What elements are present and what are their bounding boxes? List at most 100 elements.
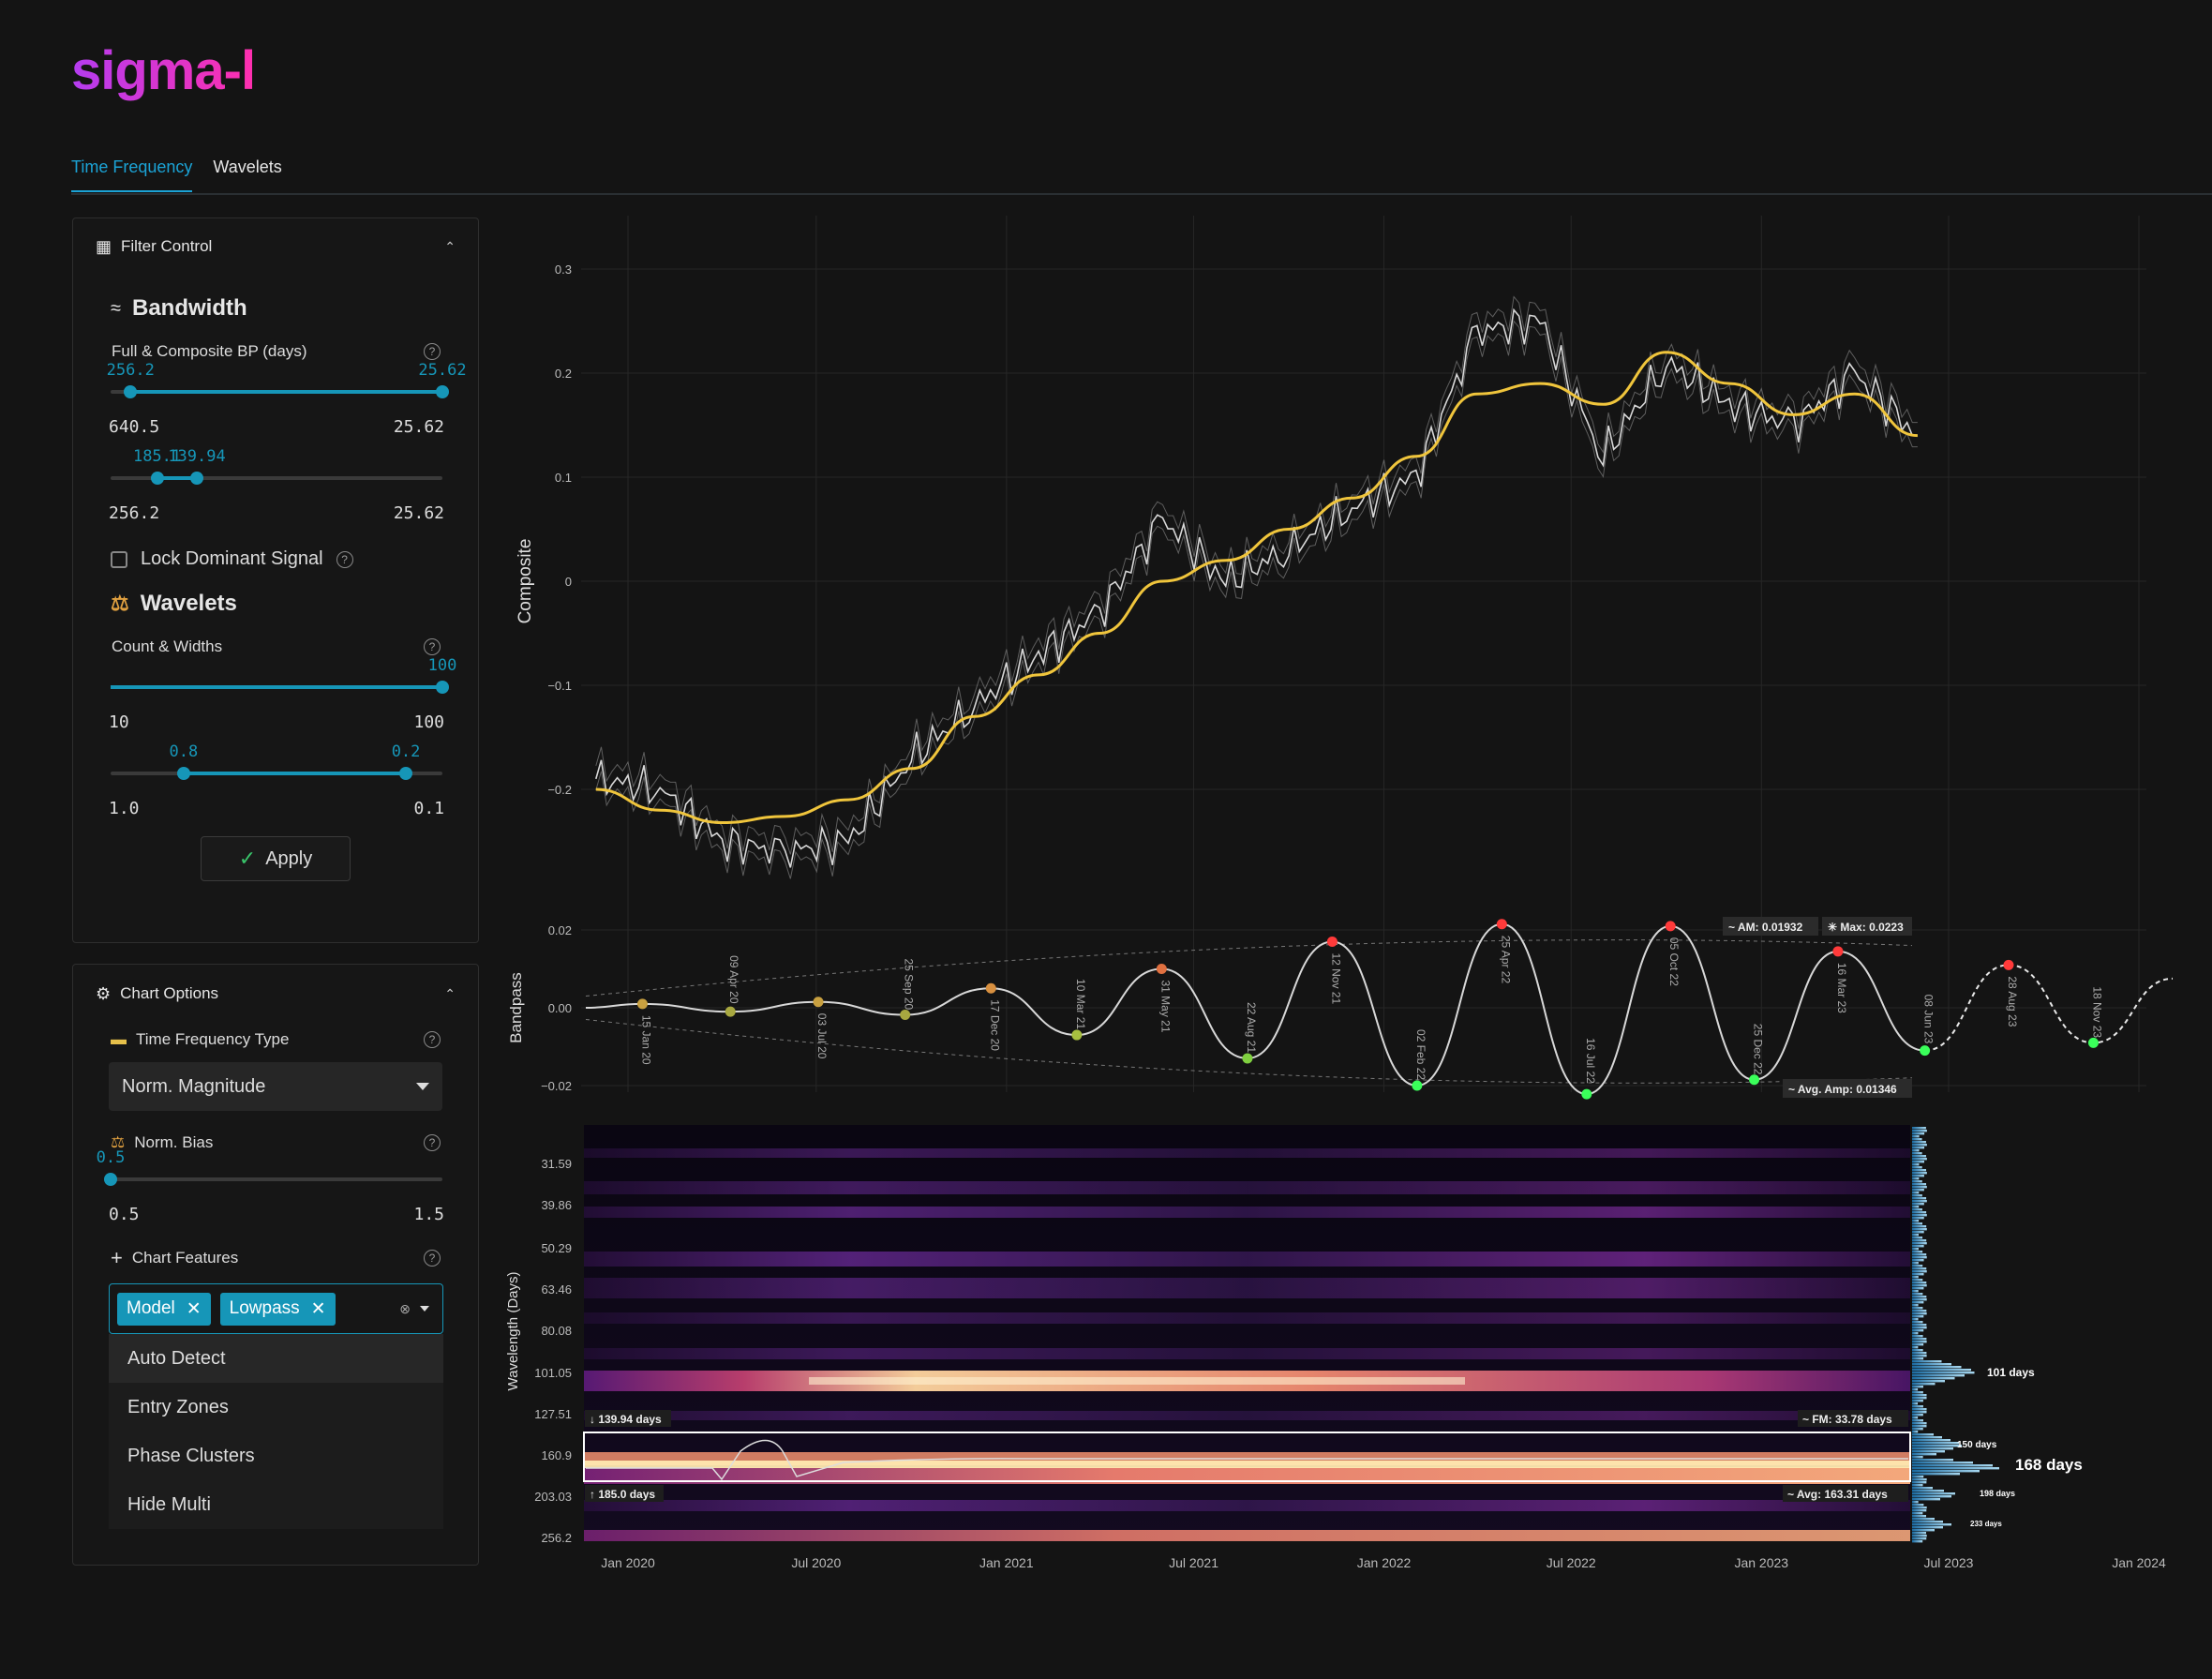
spectrum-bar (1912, 1220, 1920, 1222)
count-slider[interactable]: 100 (111, 656, 456, 712)
spectrum-bar (1912, 1374, 1965, 1377)
lock-dominant-checkbox[interactable] (111, 550, 127, 568)
spectrum-bar (1912, 1360, 1942, 1363)
slider-handle[interactable] (436, 681, 449, 694)
avg-label: ~ Avg: 163.31 days (1787, 1488, 1888, 1501)
spectrum-bar (1912, 1265, 1923, 1267)
lock-dominant-row[interactable]: Lock Dominant Signal ? (73, 548, 478, 570)
features-multiselect[interactable]: Model ✕ Lowpass ✕ ⊗ (109, 1283, 443, 1334)
chip-model[interactable]: Model ✕ (117, 1292, 211, 1326)
range-min: 1.0 (109, 799, 140, 818)
slider-high-value: 139.94 (168, 447, 226, 466)
slider-low-handle[interactable] (124, 385, 138, 398)
width-slider[interactable]: 0.8 0.2 (111, 742, 442, 799)
bias-slider[interactable]: 0.5 (97, 1148, 442, 1205)
spectrum-bar (1912, 1127, 1926, 1130)
option-auto-detect[interactable]: Auto Detect (109, 1334, 443, 1383)
y-tick-label: 0.1 (555, 471, 572, 485)
help-icon[interactable]: ? (336, 550, 353, 568)
spectrum-bar (1912, 1428, 1923, 1431)
close-icon[interactable]: ✕ (311, 1298, 326, 1320)
slider-high-handle[interactable] (190, 472, 204, 485)
spectrum-bar (1912, 1380, 1945, 1383)
tf-type-select[interactable]: Norm. Magnitude (109, 1062, 442, 1111)
am-annotation-bg (1723, 917, 1818, 936)
slider-handle[interactable] (104, 1173, 117, 1186)
bandpass-turning-point (1242, 1053, 1253, 1064)
range-min: 256.2 (109, 503, 160, 523)
bandpass-date-label: 08 Jun 23 (1922, 995, 1936, 1044)
x-tick-label: Jan 2020 (601, 1555, 655, 1570)
bandpass-turning-point (636, 998, 648, 1010)
bandpass-turning-point (2003, 959, 2014, 970)
band-low-label: ↓ 139.94 days (590, 1413, 662, 1426)
bandpass-date-label: 22 Aug 21 (1245, 1002, 1258, 1053)
chevron-up-icon[interactable]: ⌃ (444, 239, 456, 255)
help-icon[interactable]: ? (424, 1031, 441, 1048)
option-entry-zones[interactable]: Entry Zones (109, 1383, 443, 1432)
filter-control-header[interactable]: ▦ Filter Control ⌃ (73, 218, 478, 275)
bandpass-turning-point (1665, 921, 1676, 932)
heatmap-band (584, 1500, 1910, 1511)
tab-wavelets[interactable]: Wavelets (213, 157, 281, 192)
range-min: 640.5 (109, 417, 160, 437)
spectrum-bar (1912, 1391, 1923, 1394)
spectrum-bar (1912, 1166, 1922, 1169)
spectrum-bar (1912, 1318, 1919, 1321)
chevron-up-icon[interactable]: ⌃ (444, 986, 456, 1002)
y-tick-label: 160.9 (541, 1448, 572, 1462)
spectrum-bar (1912, 1248, 1919, 1251)
help-icon[interactable]: ? (424, 638, 441, 655)
bandpass-date-label: 03 Jul 20 (815, 1013, 829, 1059)
help-icon[interactable]: ? (424, 343, 441, 360)
caret-down-icon[interactable] (420, 1306, 429, 1312)
spectrum-bar (1912, 1310, 1927, 1312)
slider-low-handle[interactable] (150, 472, 164, 485)
chip-lowpass[interactable]: Lowpass ✕ (219, 1292, 336, 1326)
spectrum-bar (1912, 1422, 1927, 1425)
spectrum-bar (1912, 1158, 1927, 1161)
full-bp-slider[interactable]: 256.2 25.62 (107, 361, 467, 417)
y-tick-label: −0.02 (541, 1079, 572, 1093)
bandwidth-heading: ≈ Bandwidth (73, 295, 478, 322)
bandpass-turning-point (1412, 1080, 1423, 1091)
fm-label: ~ FM: 33.78 days (1802, 1413, 1892, 1426)
spectrum-peak-label: 168 days (2015, 1456, 2083, 1474)
bandpass-date-label: 16 Jul 22 (1584, 1038, 1597, 1084)
spectrum-bar (1912, 1245, 1924, 1248)
bandpass-line (585, 922, 1925, 1096)
spectrum-bar (1912, 1495, 1951, 1498)
x-tick-label: Jan 2024 (2112, 1555, 2166, 1570)
spectrum-bar (1912, 1307, 1923, 1310)
spectrum-bar (1912, 1470, 1980, 1473)
range-min: 0.5 (109, 1205, 140, 1224)
clear-icon[interactable]: ⊗ (399, 1301, 411, 1317)
range-max: 25.62 (393, 417, 444, 437)
chart-gridlines (581, 216, 2146, 1092)
slider-low-handle[interactable] (176, 767, 190, 780)
spectrum-bar (1912, 1200, 1927, 1203)
slider-fill (111, 685, 442, 689)
bandpass-turning-point (1326, 936, 1338, 947)
spectrum-bar (1912, 1459, 1953, 1462)
help-icon[interactable]: ? (424, 1250, 441, 1267)
option-phase-clusters[interactable]: Phase Clusters (109, 1432, 443, 1480)
chart-options-panel: ⚙ Chart Options ⌃ ▬ Time Frequency Type … (72, 964, 479, 1566)
spectrum-bar (1912, 1321, 1923, 1324)
apply-button[interactable]: ✓ Apply (201, 836, 351, 881)
option-hide-multi[interactable]: Hide Multi (109, 1480, 443, 1529)
slider-high-handle[interactable] (436, 385, 449, 398)
heatmap-background (584, 1125, 1910, 1541)
spectrum-bar (1912, 1397, 1927, 1400)
features-dropdown: Auto Detect Entry Zones Phase Clusters H… (109, 1334, 443, 1529)
chart-options-header[interactable]: ⚙ Chart Options ⌃ (73, 965, 478, 1023)
slider-high-handle[interactable] (399, 767, 413, 780)
y-tick-label: 101.05 (534, 1366, 572, 1380)
x-tick-label: Jan 2022 (1357, 1555, 1412, 1570)
close-icon[interactable]: ✕ (187, 1298, 202, 1320)
spectrum-bar (1912, 1377, 1955, 1380)
check-icon: ✓ (238, 847, 257, 870)
tab-time-frequency[interactable]: Time Frequency (71, 157, 193, 192)
composite-bp-slider[interactable]: 185.1 139.94 (111, 447, 442, 503)
spectrum-bar (1912, 1518, 1935, 1521)
